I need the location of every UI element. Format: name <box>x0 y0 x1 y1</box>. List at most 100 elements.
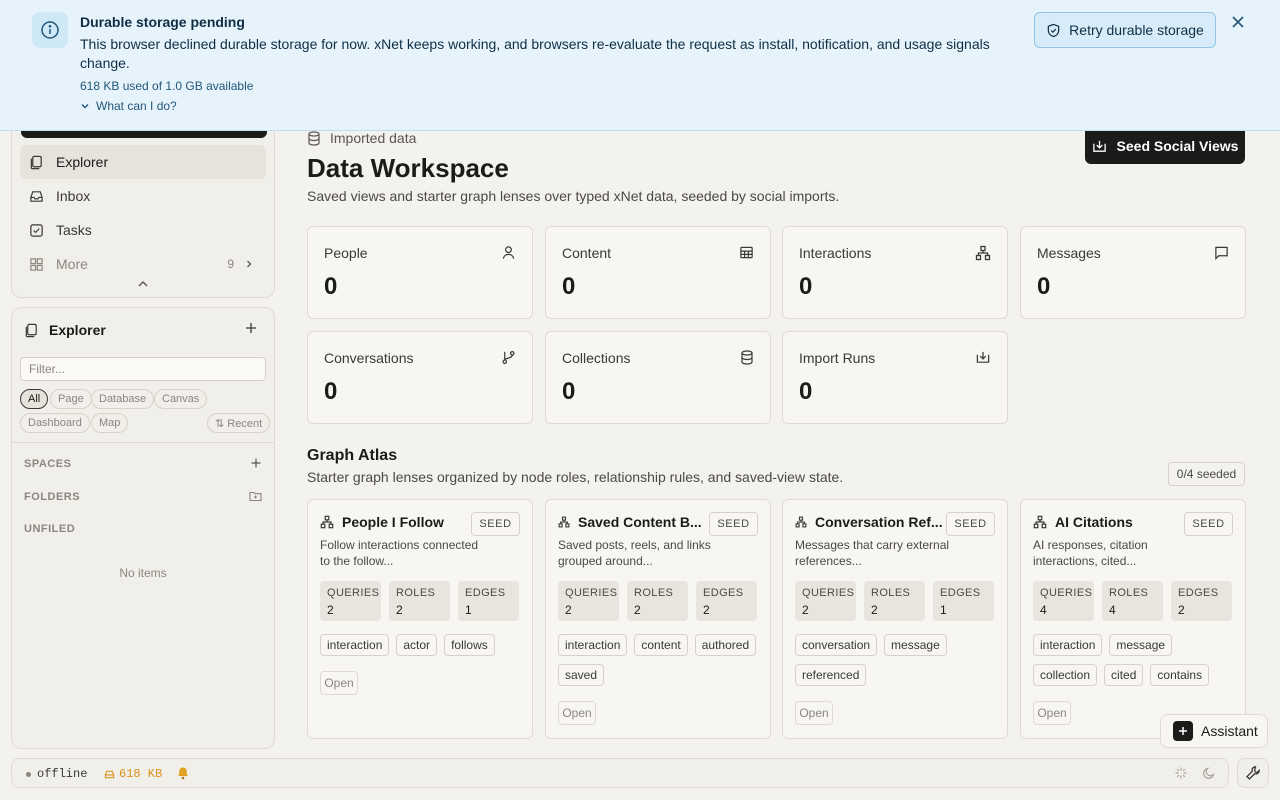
metric-label: ROLES <box>871 587 911 599</box>
seed-social-views-button[interactable]: Seed Social Views <box>1085 128 1245 164</box>
lens-title: AI Citations <box>1055 514 1133 530</box>
chip-all[interactable]: All <box>20 389 49 409</box>
tag: saved <box>558 664 605 686</box>
metric-edges: EDGES 2 <box>696 581 757 621</box>
import-icon <box>1092 139 1107 154</box>
sidebar-item-explorer[interactable]: Explorer <box>20 145 266 179</box>
person-icon <box>501 245 516 260</box>
stat-card-interactions[interactable]: Interactions 0 <box>782 226 1008 319</box>
lens-header: People I Follow <box>320 514 470 530</box>
stat-card-import-runs[interactable]: Import Runs 0 <box>782 331 1008 424</box>
network-icon <box>1033 515 1047 529</box>
chevron-right-icon <box>244 259 254 269</box>
metric-edges: EDGES 1 <box>458 581 519 621</box>
lens-metrics: QUERIES 2 ROLES 2 EDGES 1 <box>320 581 519 621</box>
open-button[interactable]: Open <box>1033 701 1071 725</box>
stat-card-conversations[interactable]: Conversations 0 <box>307 331 533 424</box>
storage-status[interactable]: 618 KB <box>104 767 162 781</box>
metric-label: EDGES <box>703 587 744 599</box>
metric-label: ROLES <box>396 587 436 599</box>
stat-value: 0 <box>1037 273 1051 300</box>
bell-icon[interactable] <box>176 766 190 780</box>
chip-dashboard[interactable]: Dashboard <box>20 413 90 433</box>
seed-button[interactable]: SEED <box>1184 512 1233 536</box>
banner-message: This browser declined durable storage fo… <box>80 36 990 71</box>
metric-value: 4 <box>1040 603 1047 617</box>
metric-value: 2 <box>871 603 878 617</box>
status-bar: offline 618 KB <box>11 758 1229 788</box>
assistant-button[interactable]: Assistant <box>1160 714 1268 748</box>
metric-value: 2 <box>703 603 710 617</box>
seed-button[interactable]: SEED <box>709 512 758 536</box>
lens-card-saved-content[interactable]: Saved Content B... SEED Saved posts, ree… <box>545 499 771 739</box>
metric-label: QUERIES <box>1040 587 1093 599</box>
tag-list: conversation message referenced <box>795 634 1000 686</box>
sidebar-item-more[interactable]: More 9 <box>20 247 266 281</box>
plus-icon[interactable] <box>244 321 258 335</box>
metric-label: QUERIES <box>327 587 380 599</box>
stat-label: Collections <box>562 350 631 366</box>
filter-input[interactable] <box>20 357 266 381</box>
retry-durable-storage-button[interactable]: Retry durable storage <box>1034 12 1216 48</box>
tag: actor <box>396 634 438 656</box>
sidebar-nav: Explorer Inbox Tasks More 9 <box>11 110 275 298</box>
metric-roles: ROLES 4 <box>1102 581 1163 621</box>
pages-icon <box>24 323 39 338</box>
shield-check-icon <box>1046 23 1061 38</box>
chip-map[interactable]: Map <box>91 413 129 433</box>
lens-card-ai-citations[interactable]: AI Citations SEED AI responses, citation… <box>1020 499 1246 739</box>
stat-card-people[interactable]: People 0 <box>307 226 533 319</box>
stat-card-collections[interactable]: Collections 0 <box>545 331 771 424</box>
stat-label: Messages <box>1037 245 1101 261</box>
open-button[interactable]: Open <box>558 701 596 725</box>
chevron-up-icon[interactable] <box>136 279 150 289</box>
open-button[interactable]: Open <box>320 671 358 695</box>
sidebar-item-inbox[interactable]: Inbox <box>20 179 266 213</box>
metric-value: 2 <box>1178 603 1185 617</box>
what-can-i-do-toggle[interactable]: What can I do? <box>80 99 1010 113</box>
chip-page[interactable]: Page <box>50 389 92 409</box>
new-folder-icon[interactable] <box>249 490 262 502</box>
wrench-icon[interactable] <box>1237 758 1269 788</box>
lens-header: AI Citations <box>1033 514 1183 530</box>
metric-value: 1 <box>465 603 472 617</box>
stat-card-messages[interactable]: Messages 0 <box>1020 226 1246 319</box>
stat-label: People <box>324 245 368 261</box>
tag: contains <box>1150 664 1210 686</box>
network-icon <box>975 245 991 261</box>
lens-title: People I Follow <box>342 514 444 530</box>
metric-label: QUERIES <box>802 587 855 599</box>
sidebar-item-label: Explorer <box>56 154 109 170</box>
breadcrumb: Imported data <box>307 130 416 146</box>
sidebar-item-label: Inbox <box>56 188 91 204</box>
metric-roles: ROLES 2 <box>864 581 925 621</box>
metric-value: 2 <box>565 603 572 617</box>
chip-database[interactable]: Database <box>91 389 155 409</box>
chip-canvas[interactable]: Canvas <box>154 389 208 409</box>
sparkles-icon[interactable] <box>1174 766 1188 780</box>
sidebar-item-tasks[interactable]: Tasks <box>20 213 266 247</box>
tag: message <box>1109 634 1173 656</box>
seed-button[interactable]: SEED <box>471 512 520 536</box>
lens-card-people-i-follow[interactable]: People I Follow SEED Follow interactions… <box>307 499 533 739</box>
metric-queries: QUERIES 2 <box>320 581 381 621</box>
status-dot <box>26 771 31 777</box>
assistant-label: Assistant <box>1201 723 1258 739</box>
lens-card-conversation-references[interactable]: Conversation Ref... SEED Messages that c… <box>782 499 1008 739</box>
import-icon <box>975 350 991 365</box>
banner-body: Durable storage pending This browser dec… <box>80 14 1010 113</box>
add-space-icon[interactable] <box>250 457 262 469</box>
moon-icon[interactable] <box>1202 766 1216 780</box>
stat-card-content[interactable]: Content 0 <box>545 226 771 319</box>
tag-list: interaction actor follows <box>320 634 525 656</box>
close-icon[interactable] <box>1228 12 1248 32</box>
connection-status[interactable]: offline <box>26 767 87 781</box>
seed-button[interactable]: SEED <box>946 512 995 536</box>
open-button[interactable]: Open <box>795 701 833 725</box>
breadcrumb-label[interactable]: Imported data <box>330 130 416 146</box>
stat-label: Interactions <box>799 245 872 261</box>
sort-recent-button[interactable]: ⇅ Recent <box>207 413 271 433</box>
storage-label: 618 KB <box>119 767 163 781</box>
tag-list: interaction content authored saved <box>558 634 763 686</box>
seeded-count-badge: 0/4 seeded <box>1168 462 1245 486</box>
